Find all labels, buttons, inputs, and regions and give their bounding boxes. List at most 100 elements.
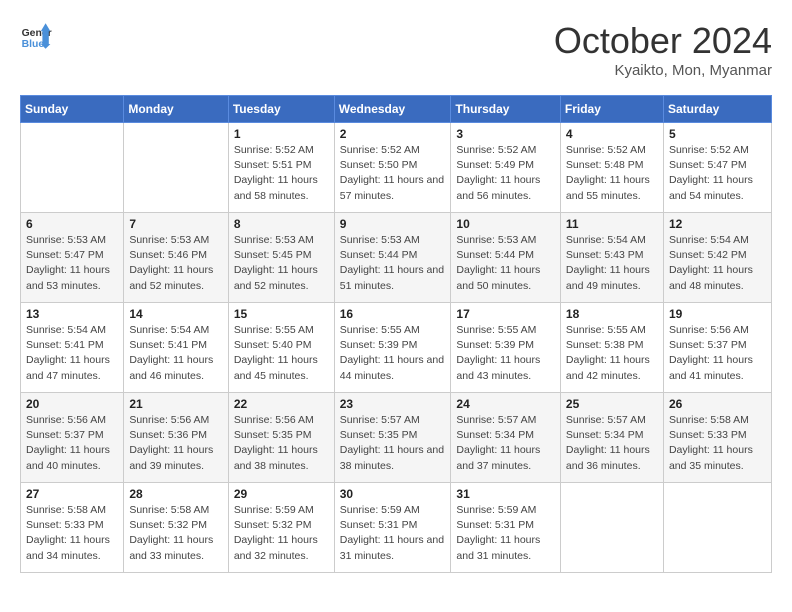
day-detail: Sunrise: 5:54 AMSunset: 5:41 PMDaylight:…: [129, 323, 223, 384]
day-number: 12: [669, 217, 766, 231]
day-cell: 12Sunrise: 5:54 AMSunset: 5:42 PMDayligh…: [663, 213, 771, 303]
day-detail: Sunrise: 5:53 AMSunset: 5:44 PMDaylight:…: [456, 233, 554, 294]
day-number: 15: [234, 307, 329, 321]
day-cell: 21 Sunrise: 5:56 AMSunset: 5:36 PMDayligh…: [124, 393, 229, 483]
day-detail: Sunrise: 5:55 AMSunset: 5:38 PMDaylight:…: [566, 323, 658, 384]
day-detail: Sunrise: 5:55 AMSunset: 5:39 PMDaylight:…: [456, 323, 554, 384]
day-detail: Sunrise: 5:56 AMSunset: 5:36 PMDaylight:…: [129, 413, 223, 474]
weekday-header-row: SundayMondayTuesdayWednesdayThursdayFrid…: [21, 96, 772, 123]
day-number: 27: [26, 487, 118, 501]
day-detail: Sunrise: 5:58 AMSunset: 5:32 PMDaylight:…: [129, 503, 223, 564]
day-detail: Sunrise: 5:52 AMSunset: 5:50 PMDaylight:…: [340, 143, 446, 204]
day-cell: 11 Sunrise: 5:54 AMSunset: 5:43 PMDayligh…: [560, 213, 663, 303]
logo-icon: General Blue: [20, 20, 52, 52]
day-number: 22: [234, 397, 329, 411]
day-number: 29: [234, 487, 329, 501]
day-cell: 10 Sunrise: 5:53 AMSunset: 5:44 PMDayligh…: [451, 213, 560, 303]
day-detail: Sunrise: 5:57 AMSunset: 5:34 PMDaylight:…: [456, 413, 554, 474]
day-number: 30: [340, 487, 446, 501]
day-cell: 8 Sunrise: 5:53 AMSunset: 5:45 PMDaylight…: [228, 213, 334, 303]
location: Kyaikto, Mon, Myanmar: [554, 62, 772, 79]
header-saturday: Saturday: [663, 96, 771, 123]
day-cell: [21, 123, 124, 213]
day-cell: 28Sunrise: 5:58 AMSunset: 5:32 PMDayligh…: [124, 483, 229, 573]
day-number: 20: [26, 397, 118, 411]
title-block: October 2024 Kyaikto, Mon, Myanmar: [554, 20, 772, 79]
day-cell: 4 Sunrise: 5:52 AMSunset: 5:48 PMDaylight…: [560, 123, 663, 213]
day-number: 1: [234, 127, 329, 141]
header-monday: Monday: [124, 96, 229, 123]
day-cell: 25Sunrise: 5:57 AMSunset: 5:34 PMDayligh…: [560, 393, 663, 483]
day-number: 11: [566, 217, 658, 231]
day-detail: Sunrise: 5:59 AMSunset: 5:31 PMDaylight:…: [456, 503, 554, 564]
week-row-3: 20 Sunrise: 5:56 AMSunset: 5:37 PMDayligh…: [21, 393, 772, 483]
day-cell: 18Sunrise: 5:55 AMSunset: 5:38 PMDayligh…: [560, 303, 663, 393]
day-detail: Sunrise: 5:58 AMSunset: 5:33 PMDaylight:…: [26, 503, 118, 564]
day-detail: Sunrise: 5:56 AMSunset: 5:37 PMDaylight:…: [26, 413, 118, 474]
day-number: 2: [340, 127, 446, 141]
day-cell: 16Sunrise: 5:55 AMSunset: 5:39 PMDayligh…: [334, 303, 451, 393]
day-number: 7: [129, 217, 223, 231]
day-number: 31: [456, 487, 554, 501]
day-cell: 7 Sunrise: 5:53 AMSunset: 5:46 PMDaylight…: [124, 213, 229, 303]
day-number: 6: [26, 217, 118, 231]
day-detail: Sunrise: 5:54 AMSunset: 5:41 PMDaylight:…: [26, 323, 118, 384]
header-tuesday: Tuesday: [228, 96, 334, 123]
day-cell: 17Sunrise: 5:55 AMSunset: 5:39 PMDayligh…: [451, 303, 560, 393]
day-detail: Sunrise: 5:57 AMSunset: 5:34 PMDaylight:…: [566, 413, 658, 474]
day-cell: 5 Sunrise: 5:52 AMSunset: 5:47 PMDaylight…: [663, 123, 771, 213]
day-detail: Sunrise: 5:53 AMSunset: 5:45 PMDaylight:…: [234, 233, 329, 294]
day-cell: [663, 483, 771, 573]
day-cell: 29 Sunrise: 5:59 AMSunset: 5:32 PMDayligh…: [228, 483, 334, 573]
day-cell: 23Sunrise: 5:57 AMSunset: 5:35 PMDayligh…: [334, 393, 451, 483]
day-detail: Sunrise: 5:58 AMSunset: 5:33 PMDaylight:…: [669, 413, 766, 474]
day-number: 13: [26, 307, 118, 321]
day-number: 8: [234, 217, 329, 231]
day-number: 3: [456, 127, 554, 141]
day-cell: 22Sunrise: 5:56 AMSunset: 5:35 PMDayligh…: [228, 393, 334, 483]
day-cell: [560, 483, 663, 573]
day-detail: Sunrise: 5:53 AMSunset: 5:44 PMDaylight:…: [340, 233, 446, 294]
day-detail: Sunrise: 5:57 AMSunset: 5:35 PMDaylight:…: [340, 413, 446, 474]
month-title: October 2024: [554, 20, 772, 62]
day-cell: 2 Sunrise: 5:52 AMSunset: 5:50 PMDaylight…: [334, 123, 451, 213]
day-number: 26: [669, 397, 766, 411]
day-detail: Sunrise: 5:59 AMSunset: 5:31 PMDaylight:…: [340, 503, 446, 564]
header-friday: Friday: [560, 96, 663, 123]
day-number: 10: [456, 217, 554, 231]
day-number: 16: [340, 307, 446, 321]
day-cell: 24 Sunrise: 5:57 AMSunset: 5:34 PMDayligh…: [451, 393, 560, 483]
day-detail: Sunrise: 5:54 AMSunset: 5:43 PMDaylight:…: [566, 233, 658, 294]
day-cell: 13 Sunrise: 5:54 AMSunset: 5:41 PMDayligh…: [21, 303, 124, 393]
day-cell: 31 Sunrise: 5:59 AMSunset: 5:31 PMDayligh…: [451, 483, 560, 573]
day-detail: Sunrise: 5:52 AMSunset: 5:49 PMDaylight:…: [456, 143, 554, 204]
week-row-1: 6 Sunrise: 5:53 AMSunset: 5:47 PMDaylight…: [21, 213, 772, 303]
day-cell: 30 Sunrise: 5:59 AMSunset: 5:31 PMDayligh…: [334, 483, 451, 573]
day-detail: Sunrise: 5:53 AMSunset: 5:46 PMDaylight:…: [129, 233, 223, 294]
page-header: General Blue October 2024 Kyaikto, Mon, …: [20, 20, 772, 79]
logo: General Blue: [20, 20, 52, 52]
day-detail: Sunrise: 5:52 AMSunset: 5:48 PMDaylight:…: [566, 143, 658, 204]
day-cell: [124, 123, 229, 213]
day-cell: 6 Sunrise: 5:53 AMSunset: 5:47 PMDaylight…: [21, 213, 124, 303]
day-cell: 20 Sunrise: 5:56 AMSunset: 5:37 PMDayligh…: [21, 393, 124, 483]
day-number: 21: [129, 397, 223, 411]
day-number: 5: [669, 127, 766, 141]
day-cell: 27 Sunrise: 5:58 AMSunset: 5:33 PMDayligh…: [21, 483, 124, 573]
svg-text:Blue: Blue: [22, 39, 45, 50]
week-row-2: 13 Sunrise: 5:54 AMSunset: 5:41 PMDayligh…: [21, 303, 772, 393]
day-detail: Sunrise: 5:56 AMSunset: 5:37 PMDaylight:…: [669, 323, 766, 384]
week-row-0: 1Sunrise: 5:52 AMSunset: 5:51 PMDaylight…: [21, 123, 772, 213]
day-detail: Sunrise: 5:59 AMSunset: 5:32 PMDaylight:…: [234, 503, 329, 564]
day-number: 24: [456, 397, 554, 411]
header-wednesday: Wednesday: [334, 96, 451, 123]
day-cell: 3 Sunrise: 5:52 AMSunset: 5:49 PMDaylight…: [451, 123, 560, 213]
day-cell: 19Sunrise: 5:56 AMSunset: 5:37 PMDayligh…: [663, 303, 771, 393]
day-cell: 14Sunrise: 5:54 AMSunset: 5:41 PMDayligh…: [124, 303, 229, 393]
day-number: 4: [566, 127, 658, 141]
day-detail: Sunrise: 5:53 AMSunset: 5:47 PMDaylight:…: [26, 233, 118, 294]
day-cell: 26 Sunrise: 5:58 AMSunset: 5:33 PMDayligh…: [663, 393, 771, 483]
week-row-4: 27 Sunrise: 5:58 AMSunset: 5:33 PMDayligh…: [21, 483, 772, 573]
calendar-table: SundayMondayTuesdayWednesdayThursdayFrid…: [20, 95, 772, 573]
day-detail: Sunrise: 5:52 AMSunset: 5:47 PMDaylight:…: [669, 143, 766, 204]
